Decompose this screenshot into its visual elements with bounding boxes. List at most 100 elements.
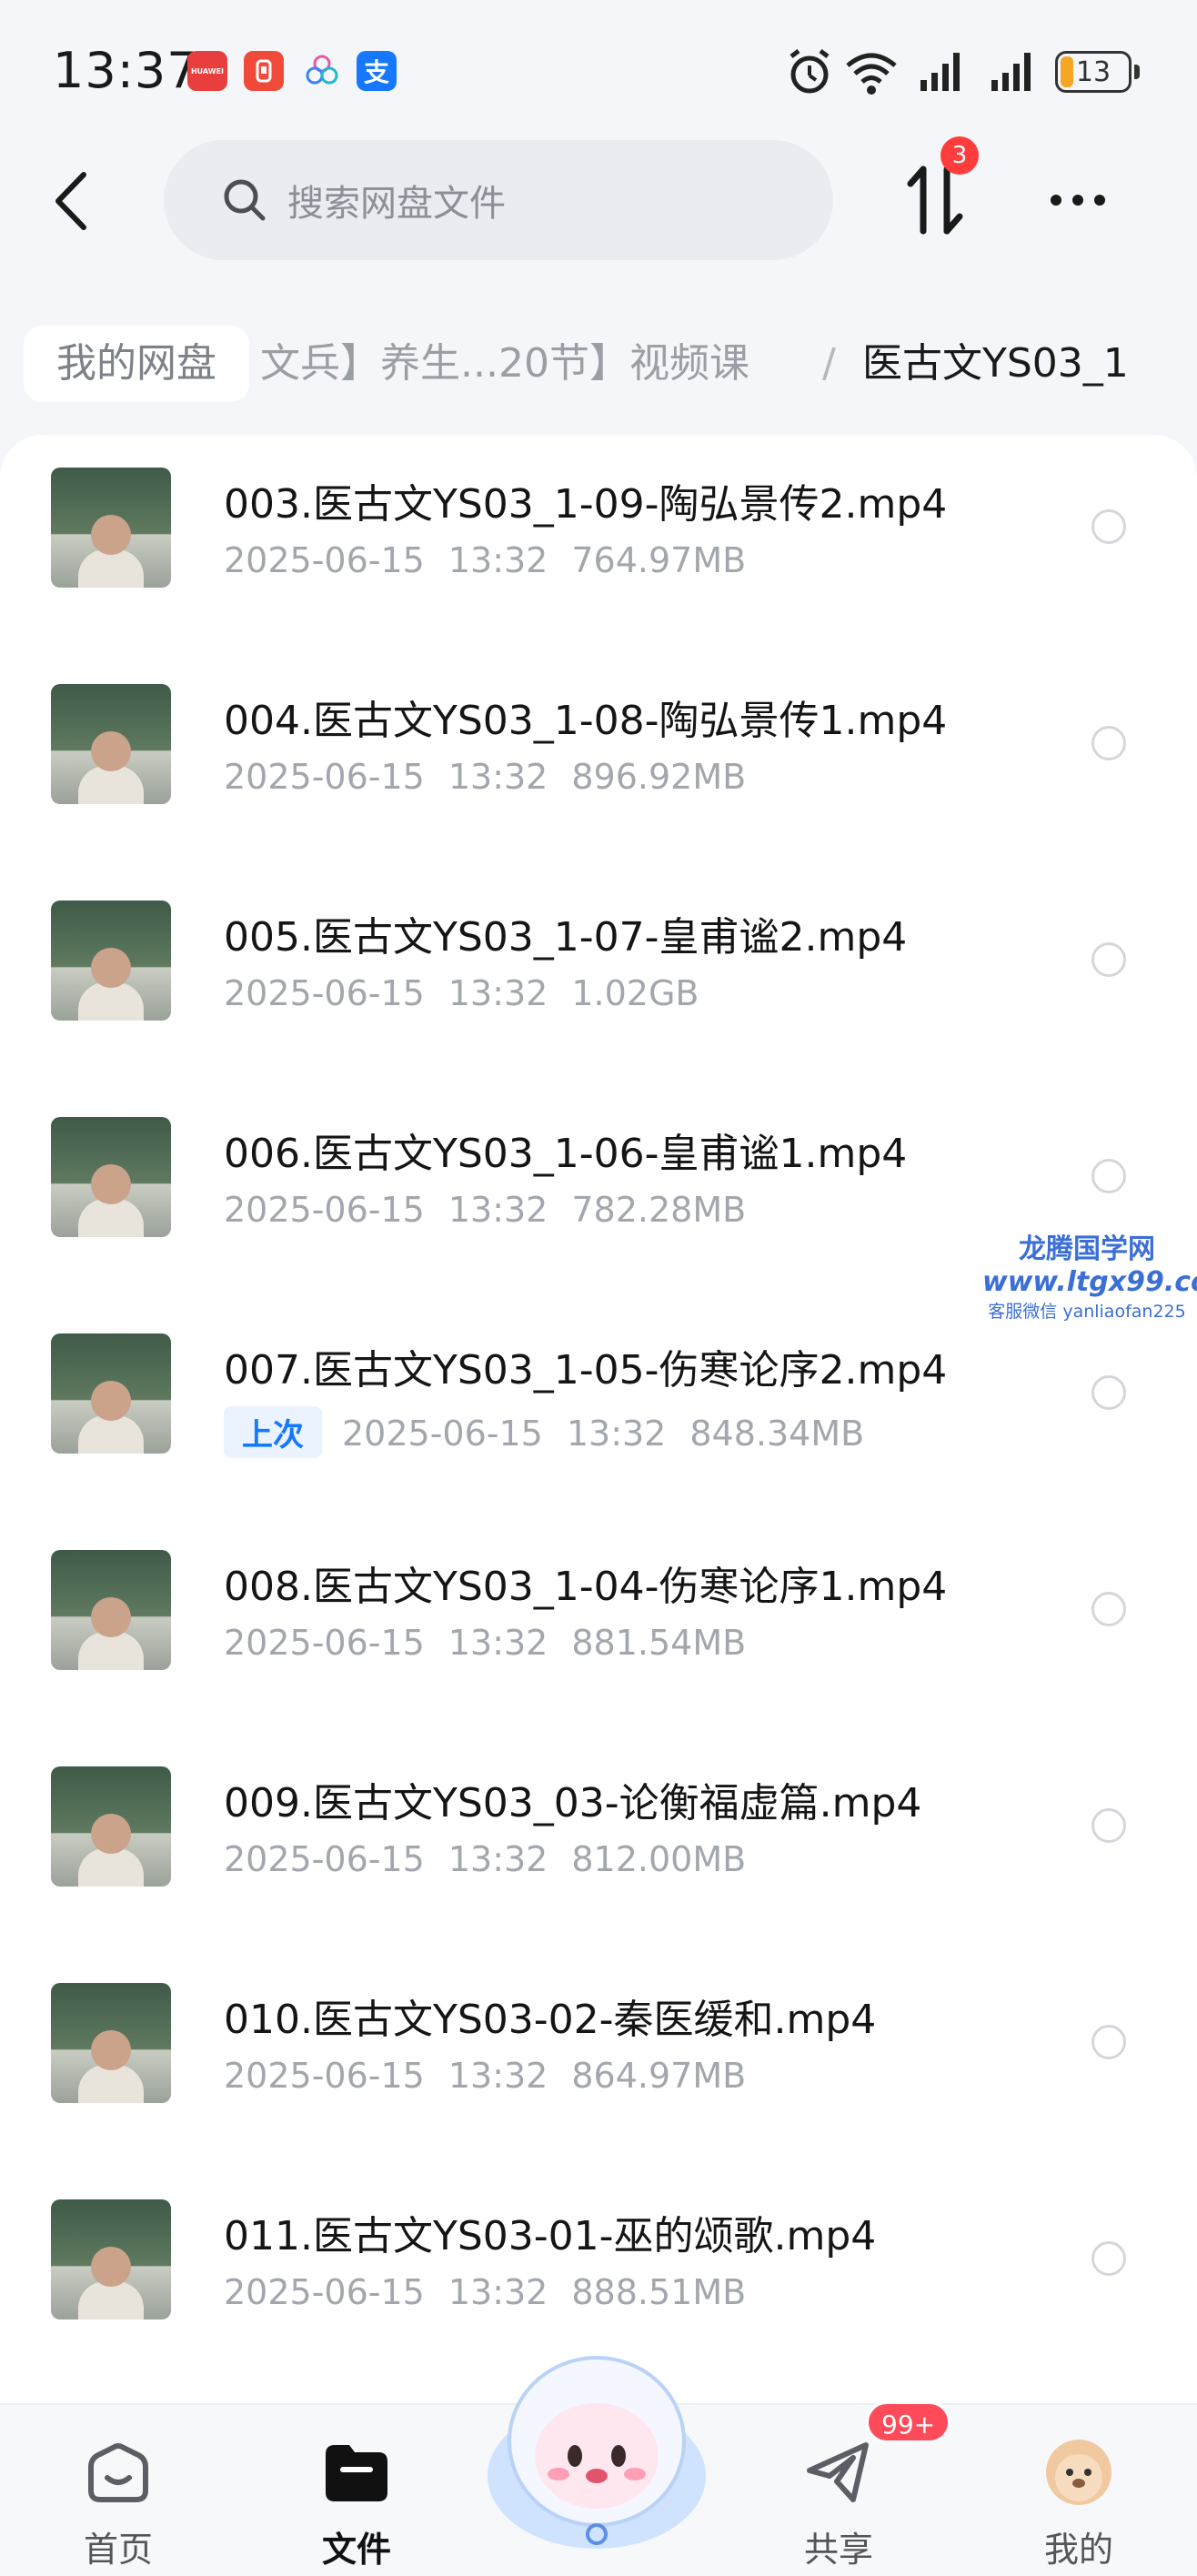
file-meta: 2025-06-15 13:32 812.00MB (224, 1839, 746, 1879)
breadcrumb-current: 医古文YS03_1 (862, 340, 1129, 387)
flower-app-icon (302, 51, 342, 91)
select-radio[interactable] (1091, 2025, 1126, 2059)
file-name: 004.医古文YS03_1-08-陶弘景传1.mp4 (224, 698, 948, 744)
file-name: 010.医古文YS03-02-秦医缓和.mp4 (224, 1997, 877, 2043)
file-time: 13:32 (448, 1623, 548, 1663)
file-time: 13:32 (448, 2272, 548, 2312)
file-time: 13:32 (448, 1190, 548, 1230)
breadcrumb-root[interactable]: 我的网盘 (24, 326, 249, 402)
file-row[interactable]: 010.医古文YS03-02-秦医缓和.mp4 2025-06-15 13:32 8… (0, 1950, 1197, 2167)
share-icon (807, 2442, 869, 2502)
file-meta: 2025-06-15 13:32 782.28MB (224, 1190, 746, 1230)
folder-icon (326, 2445, 387, 2501)
file-name: 009.医古文YS03_03-论衡福虚篇.mp4 (224, 1780, 922, 1826)
select-radio[interactable] (1091, 942, 1126, 977)
nav-files[interactable]: 文件 (284, 2423, 429, 2570)
search-placeholder: 搜索网盘文件 (287, 183, 506, 225)
search-input[interactable]: 搜索网盘文件 (164, 140, 833, 260)
video-thumbnail (51, 684, 171, 804)
file-date: 2025-06-15 (224, 1623, 425, 1663)
file-meta: 2025-06-15 13:32 888.51MB (224, 2272, 746, 2312)
select-radio[interactable] (1091, 1375, 1126, 1410)
file-date: 2025-06-15 (224, 757, 425, 797)
file-time: 13:32 (448, 540, 548, 580)
nav-home-label: 首页 (83, 2530, 153, 2570)
breadcrumb-parent[interactable]: 文兵】养生...20节】视频课 (260, 326, 749, 402)
file-meta: 2025-06-15 13:32 1.02GB (224, 973, 699, 1013)
file-meta: 上次 2025-06-15 13:32 848.34MB (224, 1406, 864, 1458)
chevron-left-icon (55, 172, 86, 230)
file-date: 2025-06-15 (342, 1414, 543, 1454)
watermark-url: www.ltgx99.com (982, 1266, 1197, 1298)
file-meta: 2025-06-15 13:32 864.97MB (224, 2056, 746, 2096)
transfer-count-badge: 3 (940, 136, 979, 175)
nav-mine[interactable]: 我的 (1006, 2423, 1152, 2570)
more-options-button[interactable] (1037, 164, 1119, 236)
status-time: 13:37 (53, 42, 199, 99)
battery-level: 13 (1075, 55, 1112, 88)
file-meta: 2025-06-15 13:32 764.97MB (224, 540, 746, 580)
watermark-title: 龙腾国学网 (1019, 1233, 1155, 1265)
file-date: 2025-06-15 (224, 540, 425, 580)
nav-share[interactable]: 共享 (766, 2423, 911, 2570)
nav-home[interactable]: 首页 (45, 2423, 191, 2570)
file-date: 2025-06-15 (224, 1839, 425, 1879)
file-size: 1.02GB (571, 973, 699, 1013)
file-list: 003.医古文YS03_1-09-陶弘景传2.mp4 2025-06-15 13:… (0, 435, 1197, 2427)
video-thumbnail (51, 1550, 171, 1670)
file-size: 881.54MB (571, 1623, 747, 1663)
home-icon (88, 2443, 148, 2502)
status-bar: 13:37 HUAWEI 支 13 (0, 0, 1197, 136)
video-thumbnail (51, 1983, 171, 2103)
file-row[interactable]: 004.医古文YS03_1-08-陶弘景传1.mp4 2025-06-15 13:… (0, 651, 1197, 868)
breadcrumb-separator: / (822, 340, 836, 387)
last-played-tag: 上次 (224, 1406, 322, 1458)
select-radio[interactable] (1091, 1159, 1126, 1193)
file-row[interactable]: 008.医古文YS03_1-04-伤寒论序1.mp4 2025-06-15 13:… (0, 1517, 1197, 1734)
file-meta: 2025-06-15 13:32 896.92MB (224, 757, 746, 797)
alarm-icon (790, 49, 830, 94)
file-date: 2025-06-15 (224, 973, 425, 1013)
more-dot-icon (1051, 195, 1061, 206)
back-button[interactable] (44, 160, 98, 242)
notification-app-icon (244, 51, 284, 91)
file-size: 848.34MB (689, 1414, 865, 1454)
file-time: 13:32 (448, 1839, 548, 1879)
file-row[interactable]: 009.医古文YS03_03-论衡福虚篇.mp4 2025-06-15 13:32… (0, 1734, 1197, 1950)
battery-icon: 13 (1055, 51, 1140, 93)
file-size: 864.97MB (571, 2056, 747, 2096)
file-row[interactable]: 007.医古文YS03_1-05-伤寒论序2.mp4 上次 2025-06-15 1… (0, 1301, 1197, 1517)
file-size: 812.00MB (571, 1839, 747, 1879)
file-time: 13:32 (566, 1414, 667, 1454)
select-radio[interactable] (1091, 509, 1126, 544)
search-icon (224, 179, 266, 221)
more-dot-icon (1072, 195, 1083, 206)
file-name: 006.医古文YS03_1-06-皇甫谧1.mp4 (224, 1131, 908, 1177)
file-size: 764.97MB (571, 540, 747, 580)
select-radio[interactable] (1091, 2241, 1126, 2276)
file-time: 13:32 (448, 757, 548, 797)
video-thumbnail (51, 2199, 171, 2319)
transfer-icon (907, 166, 963, 235)
mascot-assistant-button[interactable] (478, 2340, 715, 2558)
alipay-icon: 支 (357, 51, 397, 91)
select-radio[interactable] (1091, 1592, 1126, 1626)
signal-icon (920, 53, 960, 91)
file-meta: 2025-06-15 13:32 881.54MB (224, 1623, 746, 1663)
huawei-icon: HUAWEI (187, 51, 227, 91)
video-thumbnail (51, 901, 171, 1021)
file-time: 13:32 (448, 2056, 548, 2096)
share-count-badge: 99+ (866, 2401, 951, 2443)
breadcrumb: 文兵】养生...20节】视频课 我的网盘 / 医古文YS03_1 (0, 309, 1197, 409)
select-radio[interactable] (1091, 726, 1126, 760)
nav-share-label: 共享 (803, 2530, 873, 2570)
video-thumbnail (51, 1766, 171, 1887)
file-row[interactable]: 005.医古文YS03_1-07-皇甫谧2.mp4 2025-06-15 13:3… (0, 868, 1197, 1084)
video-thumbnail (51, 1333, 171, 1454)
more-dot-icon (1094, 195, 1105, 206)
select-radio[interactable] (1091, 1808, 1126, 1843)
file-row[interactable]: 003.医古文YS03_1-09-陶弘景传2.mp4 2025-06-15 13:… (0, 435, 1197, 651)
file-date: 2025-06-15 (224, 2056, 425, 2096)
watermark: 龙腾国学网 www.ltgx99.com 客服微信 yanliaofan225 (982, 1226, 1197, 1323)
file-name: 011.医古文YS03-01-巫的颂歌.mp4 (224, 2213, 877, 2259)
